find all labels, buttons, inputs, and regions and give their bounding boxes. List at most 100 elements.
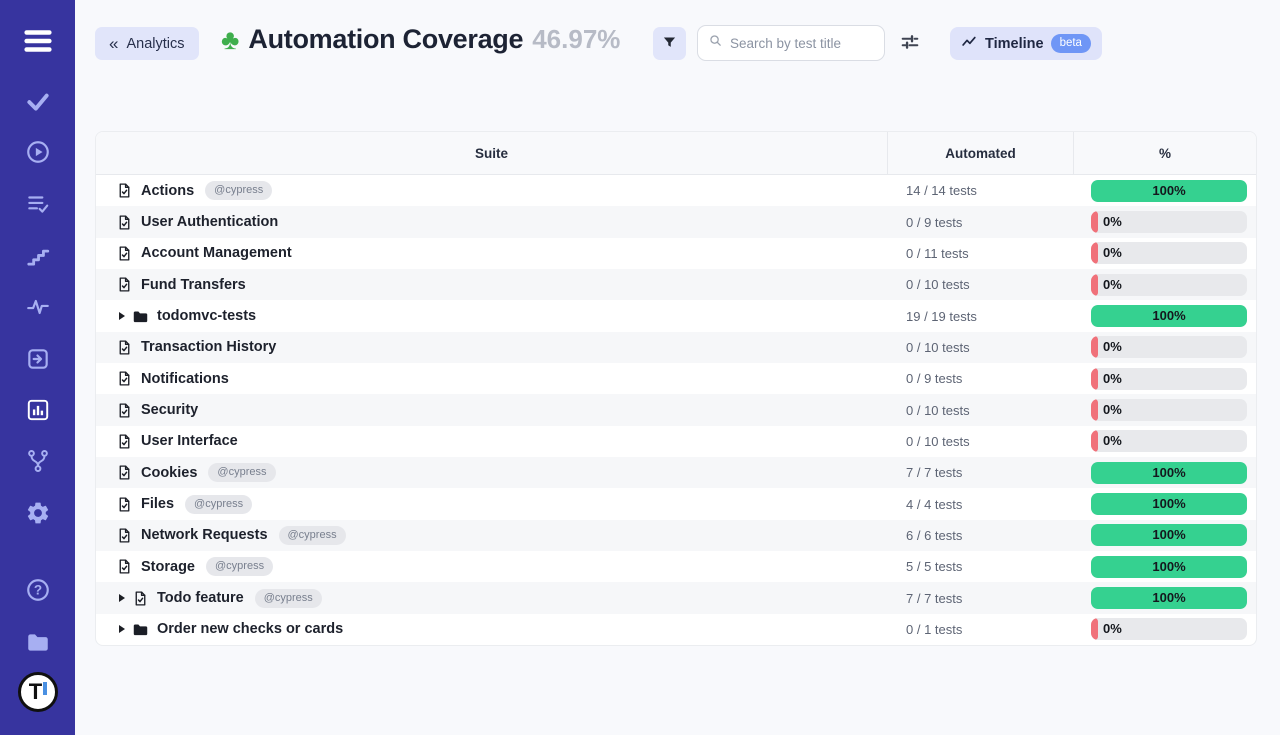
suite-name[interactable]: Security — [141, 402, 198, 418]
stairs-icon — [25, 243, 51, 269]
table-row[interactable]: Security 0 / 10 tests 0% — [96, 394, 1256, 425]
suite-name[interactable]: Actions — [141, 183, 194, 199]
suite-name[interactable]: User Interface — [141, 433, 238, 449]
coverage-bar: 0% — [1091, 242, 1247, 264]
coverage-bar: 0% — [1091, 618, 1247, 640]
sidebar-item-branches[interactable] — [25, 448, 51, 474]
automated-count: 5 / 5 tests — [888, 559, 1074, 574]
analytics-back-button[interactable]: « Analytics — [95, 27, 199, 60]
table-row[interactable]: Network Requests @cypress 6 / 6 tests 10… — [96, 520, 1256, 551]
coverage-bar: 0% — [1091, 430, 1247, 452]
table-row[interactable]: User Authentication 0 / 9 tests 0% — [96, 206, 1256, 237]
coverage-bar: 100% — [1091, 180, 1247, 202]
caret-right-icon[interactable] — [119, 625, 125, 633]
search-input[interactable] — [730, 36, 874, 51]
percent-cell: 0% — [1074, 618, 1256, 640]
suite-name[interactable]: Order new checks or cards — [157, 621, 343, 637]
table-row[interactable]: User Interface 0 / 10 tests 0% — [96, 426, 1256, 457]
suite-name[interactable]: todomvc-tests — [157, 308, 256, 324]
svg-text:?: ? — [33, 583, 41, 598]
percent-cell: 100% — [1074, 587, 1256, 609]
table-row[interactable]: Fund Transfers 0 / 10 tests 0% — [96, 269, 1256, 300]
page-title: Automation Coverage — [248, 24, 523, 55]
table-row[interactable]: Account Management 0 / 11 tests 0% — [96, 238, 1256, 269]
gear-icon — [25, 500, 51, 526]
coverage-bar-label: 100% — [1091, 524, 1247, 546]
list-check-icon — [25, 191, 51, 217]
suite-name[interactable]: Todo feature — [157, 590, 244, 606]
timeline-label: Timeline — [985, 36, 1044, 52]
sidebar-item-projects[interactable] — [25, 629, 51, 655]
sidebar-item-analytics[interactable] — [25, 397, 51, 423]
coverage-bar-label: 100% — [1091, 587, 1247, 609]
percent-cell: 100% — [1074, 462, 1256, 484]
sidebar-item-pulse[interactable] — [25, 294, 51, 320]
table-row[interactable]: Notifications 0 / 9 tests 0% — [96, 363, 1256, 394]
automated-count: 0 / 1 tests — [888, 622, 1074, 637]
file-check-icon — [116, 214, 133, 231]
suite-cell: User Authentication — [96, 214, 888, 231]
column-header-percent: % — [1074, 132, 1256, 174]
suite-name[interactable]: Fund Transfers — [141, 277, 246, 293]
caret-right-icon[interactable] — [119, 312, 125, 320]
suite-name[interactable]: Cookies — [141, 465, 197, 481]
folder-icon — [132, 621, 149, 638]
file-check-icon — [116, 339, 133, 356]
suite-name[interactable]: Account Management — [141, 245, 292, 261]
sidebar-item-tests[interactable] — [25, 88, 51, 114]
coverage-bar-label: 100% — [1091, 305, 1247, 327]
file-check-icon — [116, 245, 133, 262]
coverage-bar: 0% — [1091, 399, 1247, 421]
suite-name[interactable]: Transaction History — [141, 339, 276, 355]
sidebar-item-settings[interactable] — [25, 500, 51, 526]
funnel-icon — [662, 35, 677, 53]
suite-cell: Order new checks or cards — [96, 621, 888, 638]
coverage-bar-label: 0% — [1103, 211, 1122, 233]
automated-count: 14 / 14 tests — [888, 183, 1074, 198]
filter-settings-button[interactable] — [895, 29, 925, 57]
coverage-bar: 100% — [1091, 493, 1247, 515]
file-check-icon — [116, 527, 133, 544]
suite-tag: @cypress — [208, 463, 275, 482]
sidebar-item-help[interactable]: ? — [25, 577, 51, 603]
suite-cell: Transaction History — [96, 339, 888, 356]
search-box[interactable] — [697, 25, 885, 61]
suite-cell: todomvc-tests — [96, 308, 888, 325]
table-row[interactable]: Cookies @cypress 7 / 7 tests 100% — [96, 457, 1256, 488]
automated-count: 6 / 6 tests — [888, 528, 1074, 543]
bar-chart-icon — [25, 397, 51, 423]
suite-name[interactable]: Files — [141, 496, 174, 512]
suite-name[interactable]: Network Requests — [141, 527, 268, 543]
sidebar-item-steps[interactable] — [25, 243, 51, 269]
percent-cell: 100% — [1074, 493, 1256, 515]
suite-name[interactable]: Storage — [141, 559, 195, 575]
testomat-logo: T — [18, 672, 58, 712]
suite-name[interactable]: User Authentication — [141, 214, 278, 230]
play-circle-icon — [25, 139, 51, 165]
sidebar-item-logo[interactable]: T — [18, 672, 58, 712]
table-row[interactable]: Files @cypress 4 / 4 tests 100% — [96, 488, 1256, 519]
sidebar-item-test-plans[interactable] — [25, 191, 51, 217]
sidebar-item-import[interactable] — [25, 346, 51, 372]
table-row[interactable]: Transaction History 0 / 10 tests 0% — [96, 332, 1256, 363]
menu-icon — [21, 24, 55, 58]
sliders-icon — [899, 31, 921, 56]
file-check-icon — [116, 464, 133, 481]
suite-name[interactable]: Notifications — [141, 371, 229, 387]
coverage-percent: 46.97% — [532, 24, 620, 55]
sidebar-item-runs[interactable] — [25, 139, 51, 165]
table-row[interactable]: Storage @cypress 5 / 5 tests 100% — [96, 551, 1256, 582]
caret-right-icon[interactable] — [119, 594, 125, 602]
filter-button[interactable] — [653, 27, 686, 60]
table-row[interactable]: todomvc-tests 19 / 19 tests 100% — [96, 300, 1256, 331]
percent-cell: 100% — [1074, 180, 1256, 202]
timeline-button[interactable]: Timeline beta — [950, 27, 1102, 60]
sidebar-item-menu[interactable] — [21, 24, 55, 58]
table-row[interactable]: Todo feature @cypress 7 / 7 tests 100% — [96, 582, 1256, 613]
table-row[interactable]: Actions @cypress 14 / 14 tests 100% — [96, 175, 1256, 206]
check-icon — [25, 88, 51, 114]
coverage-bar-label: 0% — [1103, 336, 1122, 358]
coverage-bar-label: 100% — [1091, 180, 1247, 202]
table-row[interactable]: Order new checks or cards 0 / 1 tests 0% — [96, 614, 1256, 645]
percent-cell: 100% — [1074, 524, 1256, 546]
